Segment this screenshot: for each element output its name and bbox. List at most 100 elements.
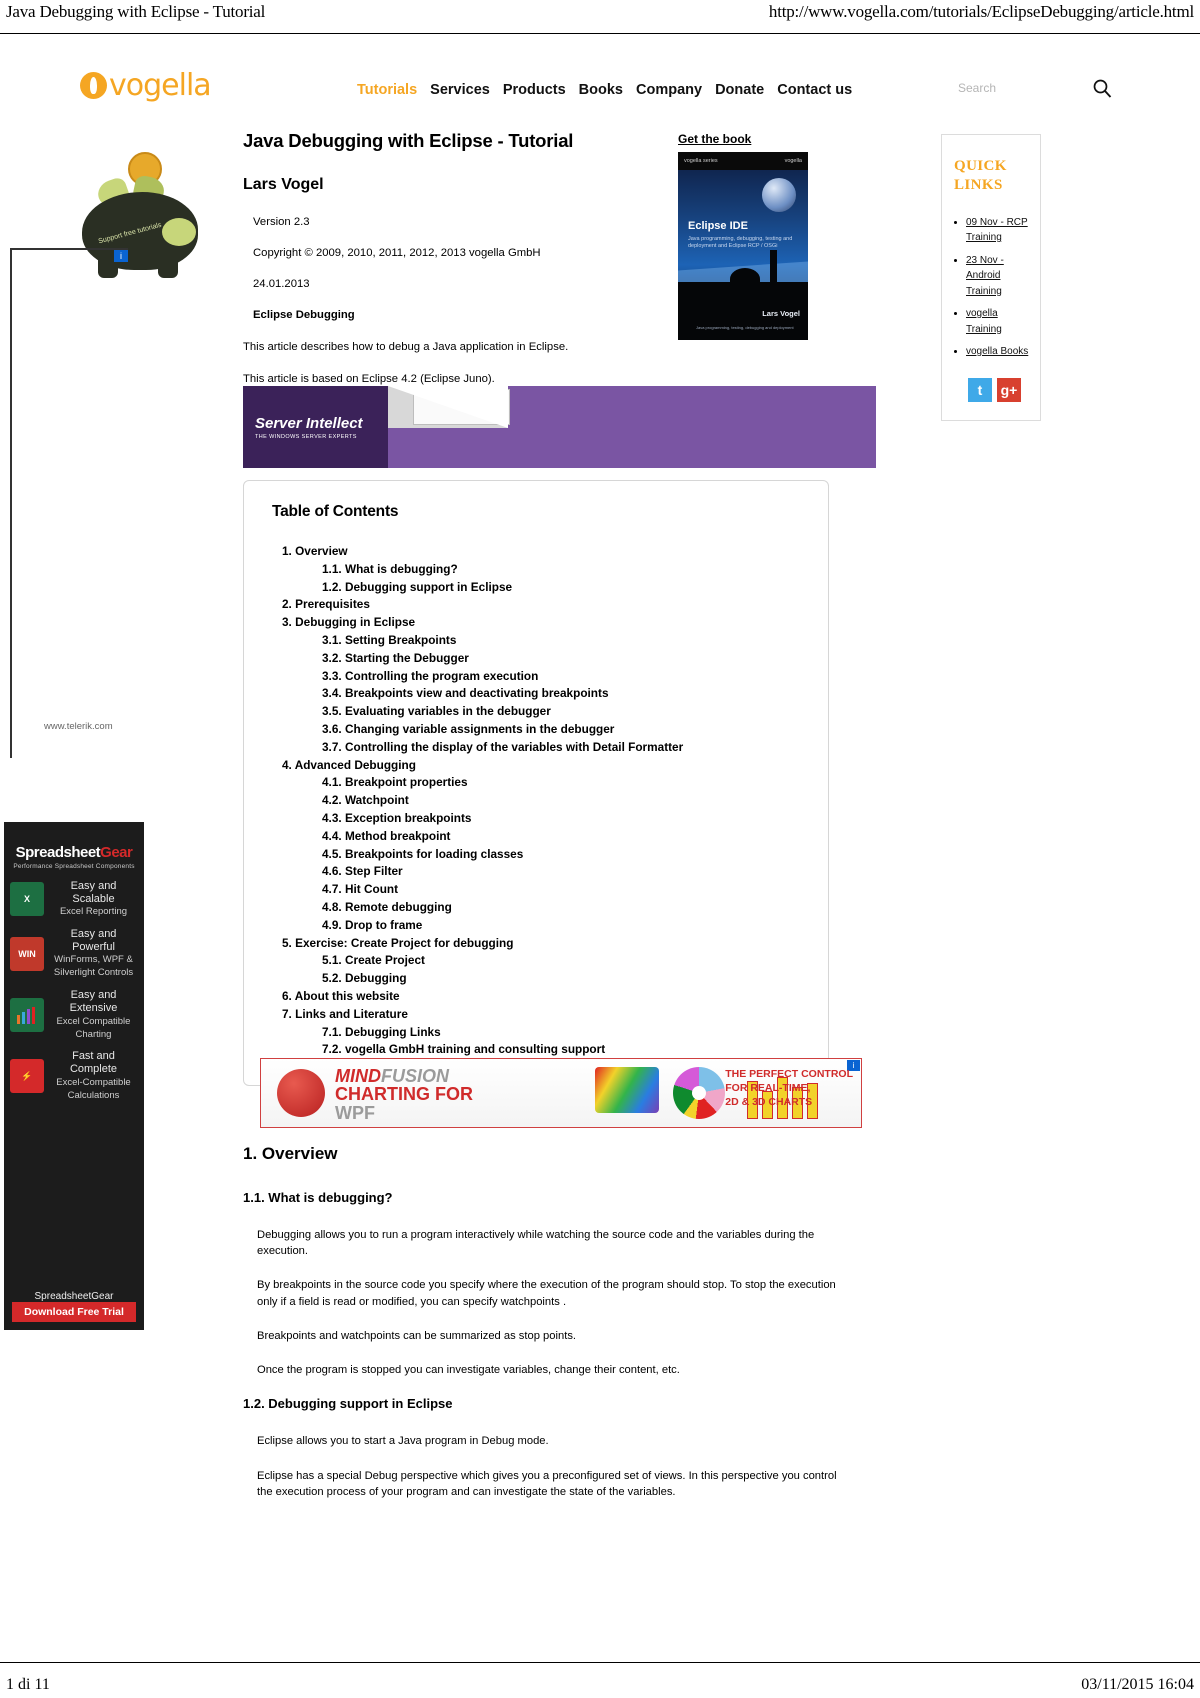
ad-si-tagline: THE WINDOWS SERVER EXPERTS [255,433,357,440]
ssg-tagline: Performance Spreadsheet Components [13,863,135,870]
search-input[interactable] [956,80,1054,96]
toc-item[interactable]: 4.9. Drop to frame [270,917,802,935]
quick-link-item[interactable]: vogella Training [966,306,1030,337]
print-header: Java Debugging with Eclipse - Tutorial h… [0,0,1200,34]
ssg-logo-main: Spreadsheet [15,844,101,861]
toc-item-number: 7.2. [322,1042,345,1057]
ad-mindfusion[interactable]: i MINDFUSION CHARTING FOR WPF THE PERFEC… [260,1058,862,1128]
excel-icon: X [10,882,44,917]
quick-link-label[interactable]: vogella Books [966,346,1028,357]
twitter-icon[interactable]: t [968,377,992,402]
ad-spreadsheetgear[interactable]: SpreadsheetGear Performance Spreadsheet … [4,822,144,1330]
toc-item[interactable]: 4.3. Exception breakpoints [270,810,802,828]
quick-link-item[interactable]: 23 Nov - Android Training [966,253,1030,300]
ssg-download-button[interactable]: Download Free Trial [12,1302,136,1322]
ad-server-intellect[interactable]: Server Intellect THE WINDOWS SERVER EXPE… [243,386,876,468]
toc-item-label: Links and Literature [295,1006,408,1021]
toc-item[interactable]: 5. Exercise: Create Project for debuggin… [270,935,802,953]
quick-link-label[interactable]: 09 Nov - RCP Training [966,217,1028,244]
toc-item[interactable]: 4.1. Breakpoint properties [270,774,802,792]
quick-link-item[interactable]: vogella Books [966,344,1030,360]
ssg-feature-2-line2: WinForms, WPF & Silverlight Controls [53,954,134,979]
adchoices-icon[interactable]: i [114,250,128,262]
toc-item[interactable]: 3.5. Evaluating variables in the debugge… [270,703,802,721]
table-of-contents: Table of Contents 1. Overview 1.1. What i… [243,480,829,1087]
toc-item-label: Breakpoint properties [344,775,468,790]
ad-mf-line2: CHARTING FOR [335,1084,473,1105]
google-plus-icon[interactable]: g+ [997,377,1021,402]
toc-item-label: Debugging [344,971,407,986]
toc-item-number: 5. [282,935,296,950]
print-header-url: http://www.vogella.com/tutorials/Eclipse… [768,2,1194,21]
ssg-feature-4-text: Fast and Complete Excel-Compatible Calcu… [49,1050,138,1101]
get-the-book-link[interactable]: Get the book [678,132,810,146]
toc-item[interactable]: 3.2. Starting the Debugger [270,650,802,668]
toc-item[interactable]: 3.1. Setting Breakpoints [270,632,802,650]
toc-item-number: 4.4. [322,828,345,843]
book-cover-brand: vogella [784,158,802,164]
toc-item[interactable]: 4. Advanced Debugging [270,757,802,775]
site-logo[interactable]: vogella [80,68,212,103]
toc-item[interactable]: 5.2. Debugging [270,970,802,988]
toc-item[interactable]: 4.4. Method breakpoint [270,828,802,846]
toc-item[interactable]: 4.7. Hit Count [270,881,802,899]
lightning-icon: ⚡ [10,1059,44,1094]
quick-link-label[interactable]: 23 Nov - Android Training [966,255,1004,297]
toc-item[interactable]: 3.4. Breakpoints view and deactivating b… [270,685,802,703]
toc-item[interactable]: 4.8. Remote debugging [270,899,802,917]
book-cover-series: vogella series [684,158,718,164]
logo-text: vogella [109,68,212,103]
toc-item[interactable]: 1.1. What is debugging? [270,561,802,579]
quick-link-label[interactable]: vogella Training [966,308,1002,335]
toc-item[interactable]: 3.7. Controlling the display of the vari… [270,739,802,757]
toc-item-label: Setting Breakpoints [344,632,457,647]
toc-item-label: Evaluating variables in the debugger [344,704,551,719]
toc-item-label: What is debugging? [344,561,458,576]
toc-item[interactable]: 4.6. Step Filter [270,863,802,881]
toc-item[interactable]: 5.1. Create Project [270,952,802,970]
toc-item[interactable]: 4.5. Breakpoints for loading classes [270,846,802,864]
ad-telerik[interactable]: i www.telerik.com [10,248,128,758]
nav-item-company[interactable]: Company [636,82,702,98]
ssg-feature-3-text: Easy and Extensive Excel Compatible Char… [49,989,138,1040]
nav-item-products[interactable]: Products [503,82,566,98]
nav-item-books[interactable]: Books [579,82,623,98]
nav-item-tutorials[interactable]: Tutorials [357,82,417,98]
toc-item[interactable]: 7. Links and Literature [270,1006,802,1024]
ssg-feature-1: X Easy and Scalable Excel Reporting [4,870,144,918]
toc-item-label: Watchpoint [344,793,409,808]
toc-item-number: 7.1. [322,1024,345,1039]
toc-item[interactable]: 3.6. Changing variable assignments in th… [270,721,802,739]
toc-item[interactable]: 3. Debugging in Eclipse [270,614,802,632]
quick-links-sidebar: QUICK LINKS 09 Nov - RCP Training 23 Nov … [941,134,1041,421]
search-button[interactable] [1092,78,1112,98]
toc-item[interactable]: 7.1. Debugging Links [270,1024,802,1042]
ssg-feature-1-line2: Excel Reporting [59,906,128,918]
nav-item-contact-us[interactable]: Contact us [777,82,852,98]
toc-item-number: 5.2. [322,971,345,986]
ssg-feature-4: ⚡ Fast and Complete Excel-Compatible Cal… [4,1040,144,1101]
paragraph-6: Eclipse has a special Debug perspective … [257,1469,837,1498]
quick-link-item[interactable]: 09 Nov - RCP Training [966,215,1030,246]
ad-mf-right-1: THE PERFECT CONTROL [725,1068,853,1080]
toc-item[interactable]: 2. Prerequisites [270,596,802,614]
book-cover-author: Lars Vogel [762,309,800,318]
toc-item-number: 4.9. [322,917,345,932]
nav-item-services[interactable]: Services [430,82,490,98]
toc-item-number: 6. [282,988,295,1003]
article-body: 1. Overview 1.1. What is debugging? Debu… [243,1144,843,1518]
book-cover-image[interactable]: vogella series vogella Eclipse IDE Java … [678,152,808,340]
toc-item-number: 2. [282,597,296,612]
book-cover-title: Eclipse IDE [688,220,748,232]
toc-item[interactable]: 1. Overview [270,543,802,561]
toc-item[interactable]: 3.3. Controlling the program execution [270,668,802,686]
toc-item[interactable]: 1.2. Debugging support in Eclipse [270,579,802,597]
toc-item-number: 4.1. [322,775,345,790]
toc-item[interactable]: 4.2. Watchpoint [270,792,802,810]
nav-item-donate[interactable]: Donate [715,82,764,98]
ad-telerik-site: www.telerik.com [44,721,113,732]
toc-item[interactable]: 7.2. vogella GmbH training and consultin… [270,1041,802,1059]
book-promo[interactable]: Get the book vogella series vogella Ecli… [678,132,810,340]
toc-item[interactable]: 6. About this website [270,988,802,1006]
social-links: t g+ [952,377,1030,402]
